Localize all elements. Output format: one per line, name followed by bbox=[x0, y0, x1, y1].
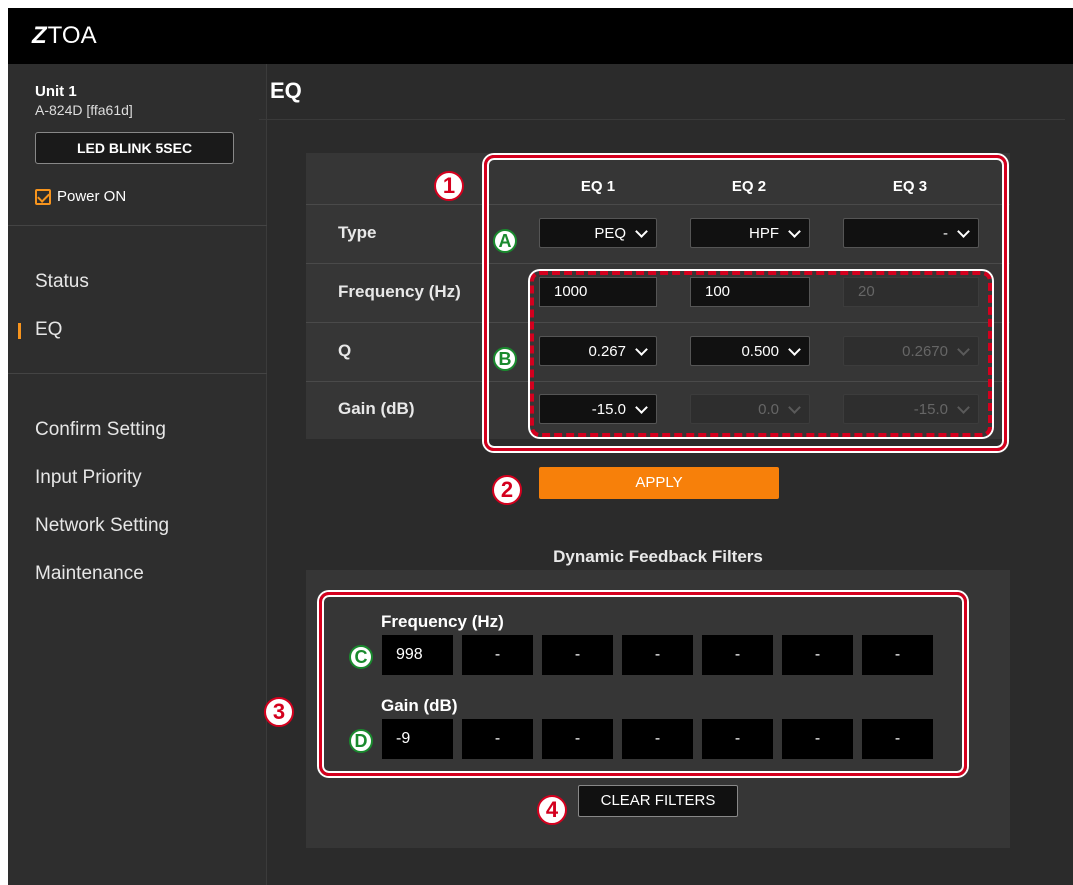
sidebar-item-network-setting[interactable]: Network Setting bbox=[35, 515, 169, 537]
clear-filters-button[interactable]: CLEAR FILTERS bbox=[578, 785, 738, 817]
row-label-q: Q bbox=[338, 341, 352, 360]
sidebar: Unit 1 A-824D [ffa61d] LED BLINK 5SEC Po… bbox=[8, 64, 267, 885]
toa-logo-mark: Z bbox=[32, 22, 47, 49]
row-label-gain: Gain (dB) bbox=[338, 399, 415, 418]
active-indicator bbox=[18, 323, 21, 339]
unit-model: A-824D [ffa61d] bbox=[35, 102, 133, 118]
top-bar: Z TOA bbox=[8, 8, 1073, 64]
callout-letter-b: B bbox=[493, 347, 517, 371]
power-label: Power ON bbox=[57, 188, 127, 205]
sidebar-item-status[interactable]: Status bbox=[35, 271, 89, 293]
sidebar-item-maintenance[interactable]: Maintenance bbox=[35, 563, 144, 585]
sidebar-item-input-priority[interactable]: Input Priority bbox=[35, 467, 142, 489]
callout-letter-c: C bbox=[349, 645, 373, 669]
title-divider bbox=[259, 119, 1065, 120]
row-label-frequency: Frequency (Hz) bbox=[338, 282, 461, 301]
toa-logo: Z TOA bbox=[32, 22, 97, 50]
callout-number-4: 4 bbox=[537, 795, 567, 825]
unit-name: Unit 1 bbox=[35, 83, 77, 100]
callout-letter-a: A bbox=[493, 229, 517, 253]
sidebar-divider bbox=[8, 225, 267, 226]
callout-number-2: 2 bbox=[492, 475, 522, 505]
power-toggle[interactable]: Power ON bbox=[35, 188, 126, 205]
callout-box-dff bbox=[319, 592, 967, 776]
callout-box-eq-params bbox=[530, 271, 992, 437]
power-checkbox[interactable] bbox=[35, 188, 51, 205]
led-blink-button[interactable]: LED BLINK 5SEC bbox=[35, 132, 234, 164]
toa-logo-text: TOA bbox=[47, 22, 97, 49]
apply-button[interactable]: APPLY bbox=[539, 467, 779, 499]
sidebar-item-confirm-setting[interactable]: Confirm Setting bbox=[35, 419, 166, 441]
sidebar-divider bbox=[8, 373, 267, 374]
dff-title: Dynamic Feedback Filters bbox=[553, 547, 763, 566]
callout-letter-d: D bbox=[349, 729, 373, 753]
sidebar-item-eq[interactable]: EQ bbox=[35, 319, 62, 341]
page-title: EQ bbox=[270, 78, 302, 103]
callout-number-1: 1 bbox=[434, 171, 464, 201]
row-label-type: Type bbox=[338, 223, 377, 242]
callout-number-3: 3 bbox=[264, 697, 294, 727]
